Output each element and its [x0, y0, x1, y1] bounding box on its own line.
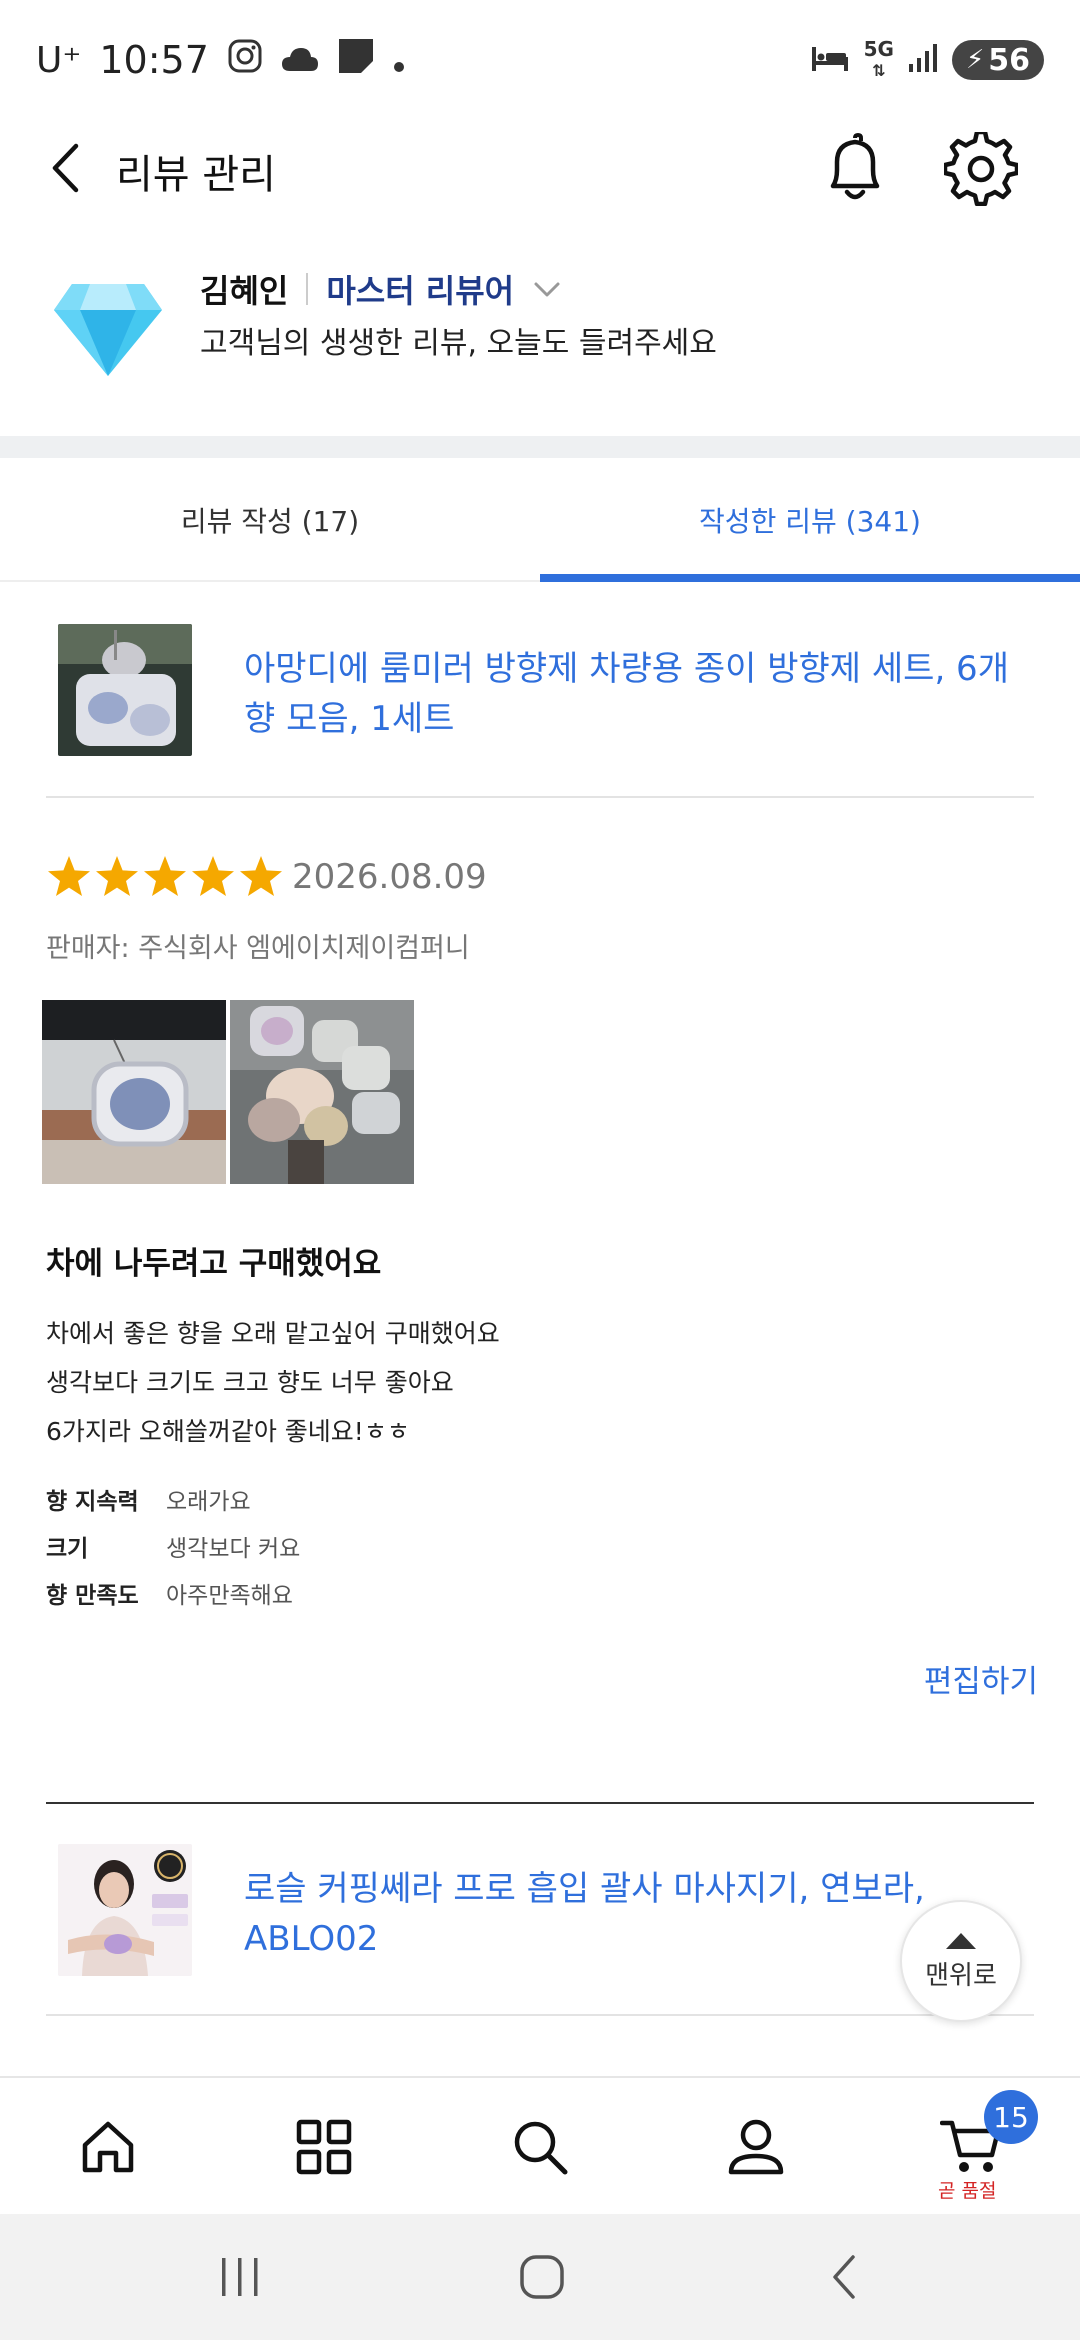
gear-icon — [942, 129, 1020, 207]
reviewer-grade-link[interactable]: 마스터 리뷰어 — [326, 266, 514, 312]
dot-icon — [393, 38, 405, 82]
profile-tagline: 고객님의 생생한 리뷰, 오늘도 들려주세요 — [200, 326, 717, 361]
review-body-line: 생각보다 크기도 크고 향도 너무 좋아요 — [46, 1368, 454, 1397]
review-photo[interactable] — [230, 1000, 414, 1184]
review-tabs: 리뷰 작성 (17) 작성한 리뷰 (341) — [0, 458, 1080, 582]
nav-home[interactable] — [48, 2078, 168, 2216]
review-product-row[interactable]: 아망디에 룸미러 방향제 차량용 종이 방향제 세트, 6개 향 모음, 1세트 — [0, 624, 1080, 764]
attribute-label: 크기 — [46, 1536, 89, 1562]
carrier-label: U⁺ — [36, 39, 82, 81]
instagram-icon — [227, 38, 263, 83]
search-icon — [514, 2121, 568, 2175]
attribute-row: 향 만족도 아주만족해요 — [46, 1580, 300, 1627]
user-icon — [728, 2119, 784, 2175]
product-title-link[interactable]: 아망디에 룸미러 방향제 차량용 종이 방향제 세트, 6개 향 모음, 1세트 — [244, 644, 1034, 744]
review-body-line: 6가지라 오해쓸꺼같아 좋네요!ㅎㅎ — [46, 1417, 410, 1446]
diamond-grade-icon — [50, 270, 166, 380]
status-bar: U⁺ 10:57 5G ⇅ ⚡ 56 — [0, 0, 1080, 120]
product-thumbnail[interactable] — [58, 624, 192, 756]
name-divider — [306, 273, 309, 305]
attribute-label: 향 만족도 — [46, 1583, 139, 1609]
separator — [46, 796, 1034, 798]
page-title: 리뷰 관리 — [116, 152, 276, 198]
notification-button[interactable] — [820, 132, 890, 206]
tab-written-reviews[interactable]: 작성한 리뷰 (341) — [540, 458, 1080, 582]
cloud-icon — [281, 38, 319, 82]
nav-search[interactable] — [480, 2078, 600, 2216]
tab-write-review[interactable]: 리뷰 작성 (17) — [0, 458, 540, 582]
edit-review-button[interactable]: 편집하기 — [924, 1656, 1038, 1701]
nav-my-page[interactable] — [696, 2078, 816, 2216]
star-icon — [192, 856, 234, 896]
clock: 10:57 — [99, 38, 209, 82]
review-body: 차에서 좋은 향을 오래 맡고싶어 구매했어요 생각보다 크기도 크고 향도 너… — [46, 1314, 500, 1461]
home-system-button[interactable] — [502, 2244, 582, 2310]
network-5g-icon: 5G ⇅ — [863, 37, 894, 80]
note-icon — [337, 37, 375, 84]
star-icon — [96, 856, 138, 896]
back-button[interactable] — [40, 142, 90, 194]
attribute-value: 생각보다 커요 — [166, 1536, 301, 1562]
back-system-button[interactable] — [804, 2244, 884, 2310]
user-name: 김혜인 — [200, 272, 289, 310]
battery-indicator: ⚡ 56 — [951, 40, 1044, 80]
review-photo[interactable] — [42, 1000, 226, 1184]
attribute-label: 향 지속력 — [46, 1489, 139, 1515]
nav-categories[interactable] — [264, 2078, 384, 2216]
triangle-up-icon — [946, 1932, 976, 1949]
cart-status-label: 곧 품절 — [938, 2180, 997, 2202]
back-chevron-icon — [833, 2255, 855, 2299]
system-navigation — [0, 2214, 1080, 2340]
review-headline: 차에 나두려고 구매했어요 — [46, 1246, 382, 1282]
grid-icon — [296, 2119, 352, 2175]
star-icon — [240, 856, 282, 896]
star-icon — [48, 856, 90, 896]
bottom-navigation — [0, 2076, 1080, 2214]
home-circle-icon — [520, 2255, 564, 2299]
chevron-down-icon[interactable] — [532, 274, 562, 304]
scroll-to-top-label: 맨위로 — [925, 1960, 997, 1991]
seller-label: 판매자: 주식회사 엠에이치제이컴퍼니 — [46, 933, 470, 964]
attribute-row: 향 지속력 오래가요 — [46, 1486, 300, 1533]
attribute-value: 오래가요 — [166, 1489, 251, 1515]
section-divider — [0, 436, 1080, 458]
charging-icon: ⚡ — [965, 45, 985, 75]
attribute-value: 아주만족해요 — [166, 1583, 293, 1609]
signal-icon — [908, 43, 938, 77]
app-header: 리뷰 관리 — [0, 120, 1080, 216]
product-thumbnail[interactable] — [58, 1844, 192, 1976]
active-tab-indicator — [540, 574, 1080, 582]
bell-icon — [830, 132, 880, 200]
recent-apps-icon — [222, 2258, 258, 2296]
separator — [46, 2014, 1034, 2016]
settings-button[interactable] — [942, 129, 1020, 207]
rating-stars — [46, 854, 284, 900]
cart-count-badge: 15 — [984, 2090, 1038, 2144]
recent-apps-button[interactable] — [200, 2244, 280, 2310]
attribute-row: 크기 생각보다 커요 — [46, 1533, 300, 1580]
review-date: 2026.08.09 — [292, 857, 487, 897]
review-attributes: 향 지속력 오래가요 크기 생각보다 커요 향 만족도 아주만족해요 — [46, 1486, 300, 1627]
star-icon — [144, 856, 186, 896]
review-body-line: 차에서 좋은 향을 오래 맡고싶어 구매했어요 — [46, 1319, 500, 1348]
scroll-to-top-button[interactable]: 맨위로 — [900, 1900, 1022, 2022]
profile-section: 김혜인 마스터 리뷰어 고객님의 생생한 리뷰, 오늘도 들려주세요 — [0, 250, 1080, 420]
review-separator — [46, 1802, 1034, 1804]
sleep-mode-icon — [810, 43, 850, 77]
home-icon — [82, 2121, 134, 2173]
back-arrow-icon — [52, 143, 79, 193]
